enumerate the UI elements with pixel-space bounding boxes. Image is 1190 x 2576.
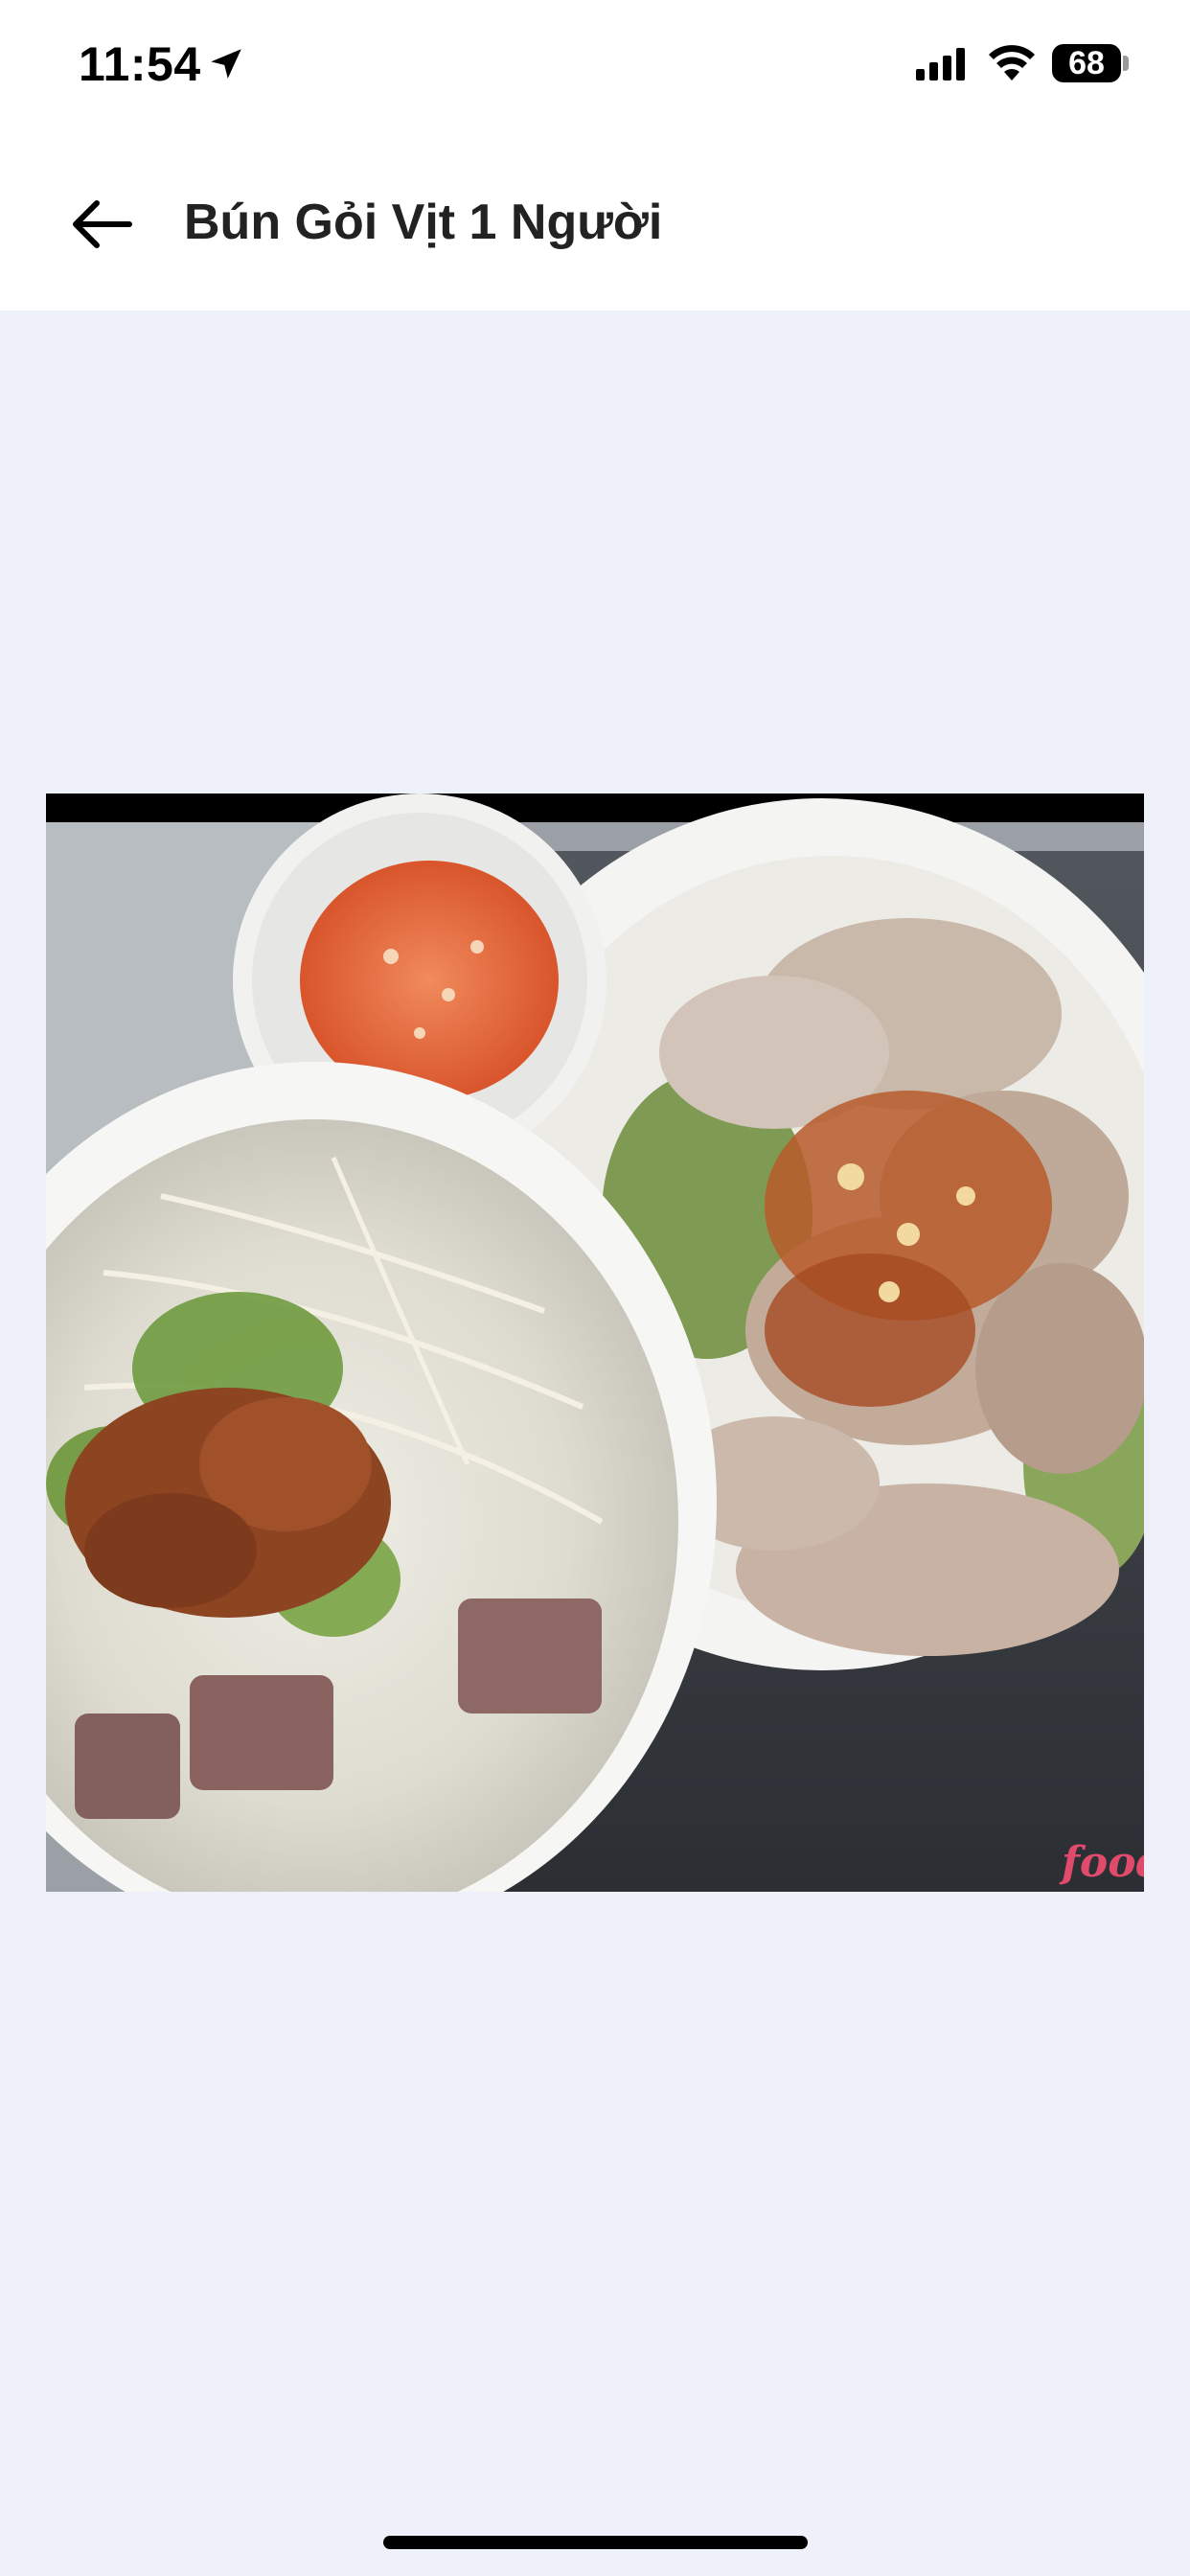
status-bar: 11:54 68	[0, 0, 1190, 134]
back-button[interactable]	[54, 176, 149, 272]
dish-photo-image: foody	[46, 794, 1144, 1892]
page-title: Bún Gỏi Vịt 1 Người	[184, 195, 663, 250]
battery-icon: 68	[1052, 44, 1121, 82]
wifi-icon	[989, 45, 1035, 80]
foody-watermark: foody	[1059, 1838, 1144, 1887]
battery-level: 68	[1068, 44, 1105, 81]
home-indicator	[383, 2536, 808, 2549]
location-arrow-icon	[211, 49, 241, 79]
battery-cap	[1123, 56, 1129, 71]
cellular-signal-icon	[916, 48, 965, 80]
dish-photo[interactable]: foody	[46, 794, 1144, 1892]
arrow-left-icon	[73, 200, 132, 248]
status-time: 11:54	[79, 37, 201, 91]
header: Bún Gỏi Vịt 1 Người	[0, 134, 1190, 310]
